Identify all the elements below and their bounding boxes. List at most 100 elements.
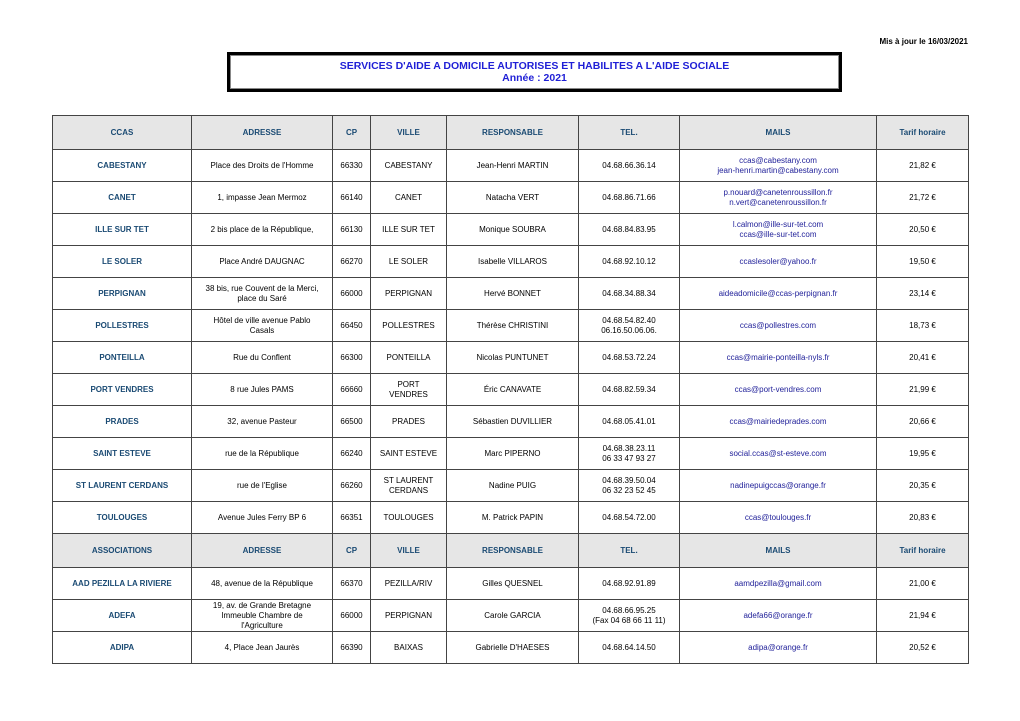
cell-mails[interactable]: ccas@mairiedeprades.com <box>679 405 877 438</box>
cell-ville: PERPIGNAN <box>370 599 447 632</box>
cell-ville: TOULOUGES <box>370 501 447 534</box>
document-title-box: SERVICES D'AIDE A DOMICILE AUTORISES ET … <box>227 52 842 92</box>
cell-tel: 04.68.54.82.40 06.16.50.06.06. <box>578 309 680 342</box>
cell-responsable: Hervé BONNET <box>446 277 579 310</box>
cell-name: SAINT ESTEVE <box>52 437 192 470</box>
table-row: CABESTANY Place des Droits de l'Homme 6633… <box>52 149 969 182</box>
cell-cp: 66000 <box>332 277 371 310</box>
cell-ville: SAINT ESTEVE <box>370 437 447 470</box>
cell-tarif: 21,94 € <box>876 599 969 632</box>
cell-cp: 66240 <box>332 437 371 470</box>
cell-cp: 66450 <box>332 309 371 342</box>
cell-responsable: Nadine PUIG <box>446 469 579 502</box>
cell-cp: 66370 <box>332 567 371 600</box>
cell-tarif: 20,52 € <box>876 631 969 664</box>
cell-adresse: 19, av. de Grande Bretagne Immeuble Chamb… <box>191 599 333 632</box>
cell-adresse: 1, impasse Jean Mermoz <box>191 181 333 214</box>
cell-mails[interactable]: ccas@port-vendres.com <box>679 373 877 406</box>
cell-mails[interactable]: social.ccas@st-esteve.com <box>679 437 877 470</box>
cell-cp: 66270 <box>332 245 371 278</box>
col-header-name: CCAS <box>52 115 192 150</box>
section-header-associations: ASSOCIATIONS ADRESSE CP VILLE RESPONSABLE TEL… <box>52 533 969 568</box>
cell-tel: 04.68.92.10.12 <box>578 245 680 278</box>
cell-responsable: Monique SOUBRA <box>446 213 579 246</box>
table-row: TOULOUGES Avenue Jules Ferry BP 6 66351 TOU… <box>52 501 969 534</box>
table-row: PONTEILLA Rue du Conflent 66300 PONTEILLA Ni… <box>52 341 969 374</box>
cell-responsable: Sébastien DUVILLIER <box>446 405 579 438</box>
cell-tarif: 23,14 € <box>876 277 969 310</box>
cell-responsable: Thérèse CHRISTINI <box>446 309 579 342</box>
cell-responsable: Marc PIPERNO <box>446 437 579 470</box>
cell-mails[interactable]: p.nouard@canetenroussillon.fr n.vert@cane… <box>679 181 877 214</box>
cell-tarif: 18,73 € <box>876 309 969 342</box>
cell-mails[interactable]: aamdpezilla@gmail.com <box>679 567 877 600</box>
cell-tarif: 21,00 € <box>876 567 969 600</box>
cell-tarif: 20,50 € <box>876 213 969 246</box>
cell-ville: PEZILLA/RIV <box>370 567 447 600</box>
cell-name: ADIPA <box>52 631 192 664</box>
cell-adresse: Avenue Jules Ferry BP 6 <box>191 501 333 534</box>
cell-tel: 04.68.38.23.11 06 33 47 93 27 <box>578 437 680 470</box>
cell-mails[interactable]: l.calmon@ille-sur-tet.com ccas@ille-sur-t… <box>679 213 877 246</box>
col-header-mails: MAILS <box>679 533 877 568</box>
cell-mails[interactable]: nadinepuigccas@orange.fr <box>679 469 877 502</box>
table-row: ADIPA 4, Place Jean Jaurès 66390 BAIXAS Gabr… <box>52 631 969 664</box>
cell-adresse: Hôtel de ville avenue Pablo Casals <box>191 309 333 342</box>
cell-responsable: Nicolas PUNTUNET <box>446 341 579 374</box>
cell-adresse: rue de la République <box>191 437 333 470</box>
cell-mails[interactable]: adefa66@orange.fr <box>679 599 877 632</box>
col-header-tel: TEL. <box>578 533 680 568</box>
col-header-adresse: ADRESSE <box>191 533 333 568</box>
last-updated-date: Mis à jour le 16/03/2021 <box>879 37 969 46</box>
cell-mails[interactable]: ccaslesoler@yahoo.fr <box>679 245 877 278</box>
col-header-mails: MAILS <box>679 115 877 150</box>
col-header-cp: CP <box>332 533 371 568</box>
cell-cp: 66660 <box>332 373 371 406</box>
cell-mails[interactable]: ccas@toulouges.fr <box>679 501 877 534</box>
cell-adresse: 48, avenue de la République <box>191 567 333 600</box>
cell-name: PONTEILLA <box>52 341 192 374</box>
table-row: CANET 1, impasse Jean Mermoz 66140 CANET Nat… <box>52 181 969 214</box>
cell-tarif: 20,83 € <box>876 501 969 534</box>
table-row: POLLESTRES Hôtel de ville avenue Pablo Cas… <box>52 309 969 342</box>
cell-ville: PORT VENDRES <box>370 373 447 406</box>
cell-mails[interactable]: ccas@mairie-ponteilla-nyls.fr <box>679 341 877 374</box>
cell-name: ST LAURENT CERDANS <box>52 469 192 502</box>
cell-mails[interactable]: adipa@orange.fr <box>679 631 877 664</box>
cell-cp: 66000 <box>332 599 371 632</box>
cell-name: LE SOLER <box>52 245 192 278</box>
cell-cp: 66300 <box>332 341 371 374</box>
cell-tarif: 20,41 € <box>876 341 969 374</box>
document-title: SERVICES D'AIDE A DOMICILE AUTORISES ET … <box>339 60 730 72</box>
col-header-ville: VILLE <box>370 533 447 568</box>
cell-adresse: Rue du Conflent <box>191 341 333 374</box>
col-header-adresse: ADRESSE <box>191 115 333 150</box>
cell-name: TOULOUGES <box>52 501 192 534</box>
cell-cp: 66130 <box>332 213 371 246</box>
section-header-ccas: CCAS ADRESSE CP VILLE RESPONSABLE TEL. MAILS Ta… <box>52 115 969 150</box>
cell-responsable: Carole GARCIA <box>446 599 579 632</box>
table-row: PRADES 32, avenue Pasteur 66500 PRADES Sébas… <box>52 405 969 438</box>
cell-mails[interactable]: ccas@pollestres.com <box>679 309 877 342</box>
cell-name: CANET <box>52 181 192 214</box>
col-header-tel: TEL. <box>578 115 680 150</box>
col-header-responsable: RESPONSABLE <box>446 115 579 150</box>
cell-mails[interactable]: aideadomicile@ccas-perpignan.fr <box>679 277 877 310</box>
cell-tel: 04.68.66.36.14 <box>578 149 680 182</box>
cell-ville: BAIXAS <box>370 631 447 664</box>
cell-mails[interactable]: ccas@cabestany.com jean-henri.martin@cabe… <box>679 149 877 182</box>
cell-tel: 04.68.84.83.95 <box>578 213 680 246</box>
cell-cp: 66330 <box>332 149 371 182</box>
cell-responsable: Natacha VERT <box>446 181 579 214</box>
cell-adresse: 38 bis, rue Couvent de la Merci, place du… <box>191 277 333 310</box>
cell-cp: 66140 <box>332 181 371 214</box>
cell-responsable: Isabelle VILLAROS <box>446 245 579 278</box>
cell-tarif: 20,35 € <box>876 469 969 502</box>
cell-responsable: Jean-Henri MARTIN <box>446 149 579 182</box>
cell-tel: 04.68.66.95.25 (Fax 04 68 66 11 11) <box>578 599 680 632</box>
cell-ville: PRADES <box>370 405 447 438</box>
cell-tel: 04.68.54.72.00 <box>578 501 680 534</box>
col-header-name: ASSOCIATIONS <box>52 533 192 568</box>
cell-adresse: 2 bis place de la République, <box>191 213 333 246</box>
col-header-responsable: RESPONSABLE <box>446 533 579 568</box>
